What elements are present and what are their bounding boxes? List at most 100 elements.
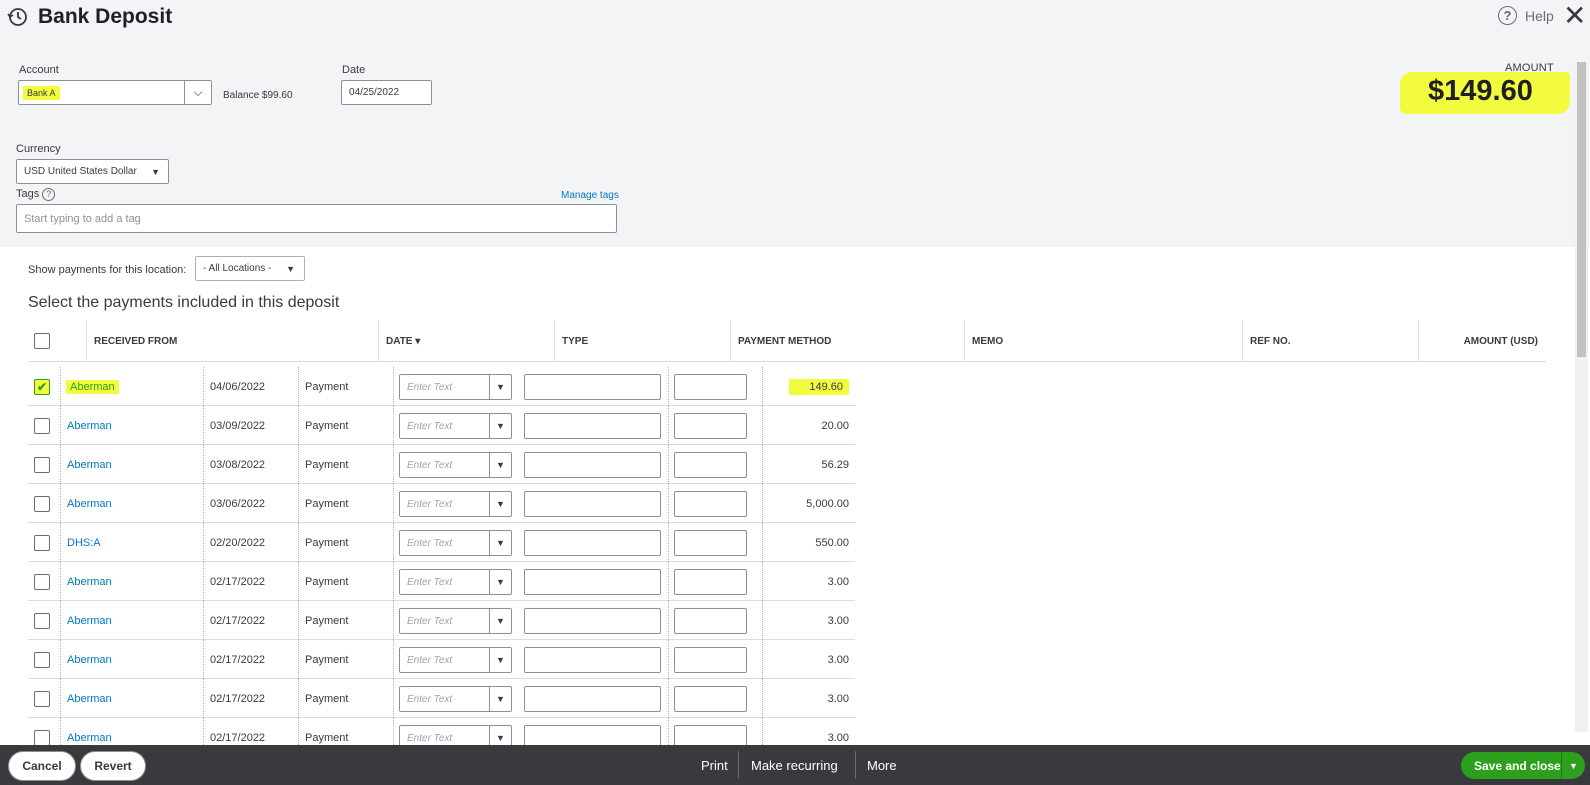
col-type[interactable]: TYPE: [554, 320, 730, 362]
cancel-button[interactable]: Cancel: [8, 751, 76, 781]
ref-no-input[interactable]: [674, 569, 747, 595]
close-icon[interactable]: ✕: [1563, 2, 1586, 30]
account-balance: Balance $99.60: [223, 90, 293, 101]
col-payment-method[interactable]: PAYMENT METHOD: [730, 320, 964, 362]
received-from-link[interactable]: DHS:A: [67, 537, 101, 549]
memo-input[interactable]: [524, 530, 661, 556]
payment-method-select[interactable]: Enter Text ▼: [399, 374, 512, 400]
print-button[interactable]: Print: [701, 745, 728, 785]
payment-method-select[interactable]: Enter Text ▼: [399, 569, 512, 595]
row-checkbox[interactable]: [34, 690, 50, 707]
save-and-close-button[interactable]: Save and close ▼: [1461, 752, 1585, 779]
row-checkbox[interactable]: [34, 612, 50, 629]
revert-button[interactable]: Revert: [80, 751, 146, 781]
col-received-from[interactable]: RECEIVED FROM: [86, 320, 378, 362]
amount-cell: 3.00: [827, 653, 849, 666]
row-checkbox[interactable]: ✔: [34, 378, 50, 395]
payment-method-select[interactable]: Enter Text ▼: [399, 452, 512, 478]
page-title: Bank Deposit: [38, 5, 173, 28]
date-cell: 02/17/2022: [210, 692, 266, 705]
payment-method-select[interactable]: Enter Text ▼: [399, 530, 512, 556]
ref-no-input[interactable]: [674, 647, 747, 673]
table-row: Aberman 02/17/2022 Payment Enter Text ▼ 3…: [28, 640, 855, 679]
scrollbar[interactable]: [1575, 62, 1588, 732]
row-checkbox[interactable]: [34, 417, 50, 434]
payment-method-select[interactable]: Enter Text ▼: [399, 491, 512, 517]
col-ref-no[interactable]: REF NO.: [1242, 320, 1418, 362]
payment-method-select[interactable]: Enter Text ▼: [399, 647, 512, 673]
row-checkbox[interactable]: [34, 729, 50, 746]
ref-no-input[interactable]: [674, 491, 747, 517]
date-cell: 02/20/2022: [210, 536, 266, 549]
row-checkbox[interactable]: [34, 534, 50, 551]
date-field[interactable]: 04/25/2022: [341, 80, 432, 105]
scrollbar-thumb[interactable]: [1577, 62, 1586, 357]
ref-no-input[interactable]: [674, 374, 747, 400]
currency-select[interactable]: USD United States Dollar ▼: [16, 159, 169, 184]
received-from-link[interactable]: Aberman: [67, 615, 112, 627]
history-icon[interactable]: [6, 5, 30, 29]
ref-no-input[interactable]: [674, 452, 747, 478]
amount-cell: 20.00: [821, 419, 849, 432]
type-cell: Payment: [305, 419, 349, 432]
memo-input[interactable]: [524, 374, 661, 400]
tags-input[interactable]: Start typing to add a tag: [16, 204, 617, 233]
payment-method-select[interactable]: Enter Text ▼: [399, 686, 512, 712]
caret-down-icon: ▼: [489, 453, 511, 477]
row-checkbox[interactable]: [34, 495, 50, 512]
received-from-link[interactable]: Aberman: [67, 654, 112, 666]
make-recurring-button[interactable]: Make recurring: [751, 745, 838, 785]
table-row: Aberman 03/08/2022 Payment Enter Text ▼ 5…: [28, 445, 855, 484]
amount-cell: 550.00: [815, 536, 849, 549]
received-from-cell: Aberman: [66, 367, 119, 406]
tags-label: Tags: [16, 188, 40, 200]
date-cell: 03/08/2022: [210, 458, 266, 471]
help-button[interactable]: ? Help: [1498, 6, 1554, 25]
received-from-link[interactable]: Aberman: [67, 420, 112, 432]
ref-no-input[interactable]: [674, 608, 747, 634]
received-from-link[interactable]: Aberman: [67, 498, 112, 510]
amount-cell: 3.00: [827, 692, 849, 705]
account-select[interactable]: Bank A ⌵: [18, 80, 212, 105]
memo-input[interactable]: [524, 491, 661, 517]
more-button[interactable]: More: [867, 745, 897, 785]
received-from-link[interactable]: Aberman: [67, 693, 112, 705]
table-row: DHS:A 02/20/2022 Payment Enter Text ▼ 550…: [28, 523, 855, 562]
col-amount[interactable]: AMOUNT (USD): [1418, 320, 1546, 362]
received-from-link[interactable]: Aberman: [67, 576, 112, 588]
location-label: Show payments for this location:: [28, 264, 187, 276]
caret-down-icon[interactable]: ▼: [1561, 752, 1585, 779]
tags-label-wrap: Tags?: [16, 188, 56, 201]
ref-no-input[interactable]: [674, 686, 747, 712]
manage-tags-link[interactable]: Manage tags: [561, 190, 619, 201]
type-cell: Payment: [305, 458, 349, 471]
ref-no-input[interactable]: [674, 413, 747, 439]
location-select[interactable]: - All Locations - ▼: [195, 256, 305, 281]
ref-no-input[interactable]: [674, 530, 747, 556]
col-memo[interactable]: MEMO: [964, 320, 1242, 362]
date-cell: 03/09/2022: [210, 419, 266, 432]
currency-label: Currency: [16, 143, 61, 155]
caret-down-icon: ▼: [489, 609, 511, 633]
row-checkbox[interactable]: [34, 651, 50, 668]
info-icon[interactable]: ?: [42, 188, 56, 201]
memo-input[interactable]: [524, 647, 661, 673]
memo-input[interactable]: [524, 452, 661, 478]
col-date[interactable]: DATE ▾: [378, 320, 554, 362]
row-checkbox[interactable]: [34, 573, 50, 590]
caret-down-icon: ▼: [489, 687, 511, 711]
payment-method-placeholder: Enter Text: [407, 381, 453, 393]
chevron-down-icon[interactable]: ⌵: [184, 81, 211, 104]
payment-method-select[interactable]: Enter Text ▼: [399, 413, 512, 439]
received-from-link[interactable]: Aberman: [67, 459, 112, 471]
caret-down-icon: ▼: [489, 492, 511, 516]
received-from-link[interactable]: Aberman: [66, 379, 119, 394]
memo-input[interactable]: [524, 686, 661, 712]
select-all-checkbox[interactable]: [34, 333, 50, 349]
row-checkbox[interactable]: [34, 456, 50, 473]
received-from-link[interactable]: Aberman: [67, 732, 112, 744]
memo-input[interactable]: [524, 608, 661, 634]
memo-input[interactable]: [524, 413, 661, 439]
payment-method-select[interactable]: Enter Text ▼: [399, 608, 512, 634]
memo-input[interactable]: [524, 569, 661, 595]
